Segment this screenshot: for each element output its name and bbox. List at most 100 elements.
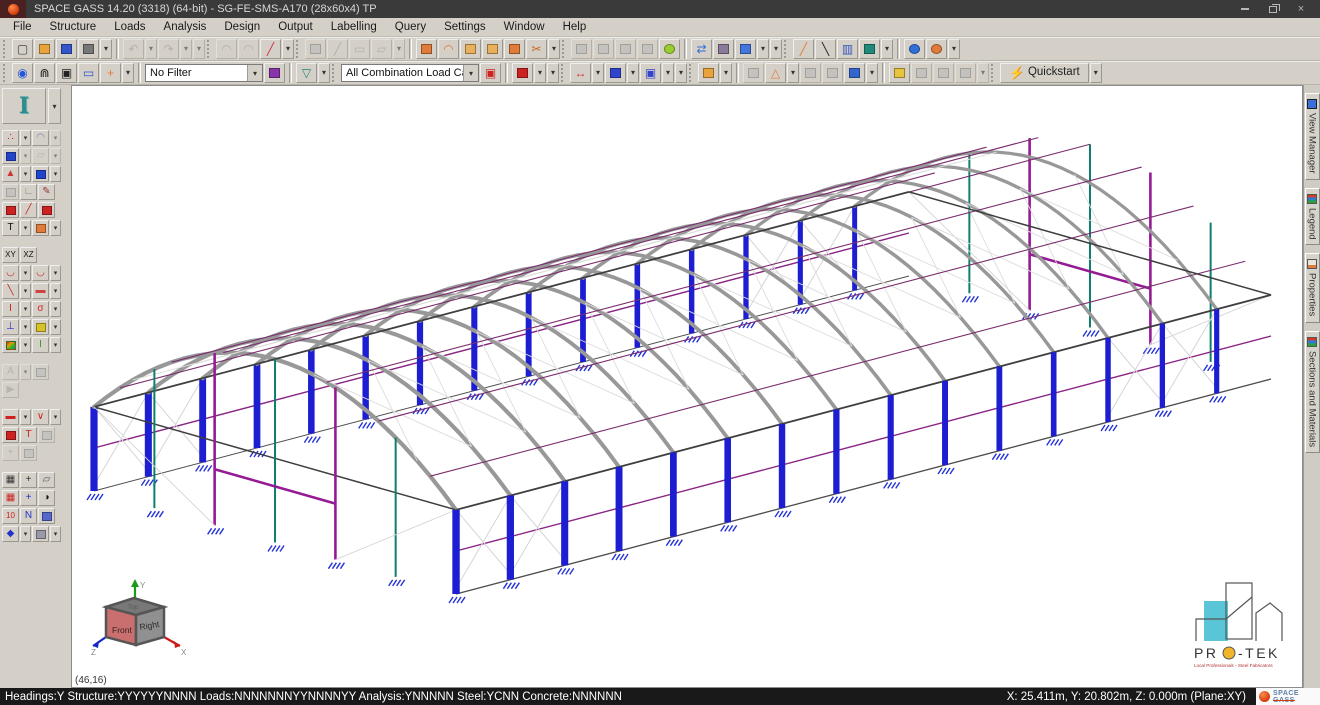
renumber-members-button[interactable] <box>926 39 947 59</box>
platform-tool-button[interactable] <box>2 427 19 443</box>
member-load-button[interactable] <box>605 63 626 83</box>
node-pair-tool-button[interactable] <box>2 202 19 218</box>
photo-view-button[interactable]: ▱ <box>38 472 55 488</box>
moving-load-button[interactable] <box>512 63 533 83</box>
sigma-stress-dropdown[interactable]: ▾ <box>50 301 61 317</box>
snap-grid-button[interactable]: ▦ <box>2 490 19 506</box>
filter-layers-button[interactable] <box>264 63 285 83</box>
renumber-nodes-button[interactable] <box>904 39 925 59</box>
node-member-tool-dropdown[interactable]: ▾ <box>282 39 294 59</box>
filter-funnel-button[interactable]: ▽ <box>296 63 317 83</box>
sigma-stress-button[interactable]: σ <box>32 301 49 317</box>
standard-library-button[interactable] <box>713 39 734 59</box>
plate-load-dropdown[interactable]: ▾ <box>675 63 687 83</box>
text-tool-dropdown[interactable]: ▾ <box>20 220 31 236</box>
paint-properties-button[interactable] <box>859 39 880 59</box>
support-tool-button[interactable]: ▲ <box>2 166 19 182</box>
menu-file[interactable]: File <box>4 19 41 35</box>
view-orientation-cube[interactable]: Front Right Top Y X Z <box>90 577 186 673</box>
copy-nodes-dropdown[interactable]: ▾ <box>20 130 31 146</box>
find-button[interactable]: ⋒ <box>34 63 55 83</box>
wand-tool-button[interactable]: ╱ <box>793 39 814 59</box>
plane-xy-button-button[interactable]: XY <box>2 247 19 263</box>
datasheet-button[interactable]: ▥ <box>837 39 858 59</box>
delete-entities-button[interactable]: ✂ <box>526 39 547 59</box>
plane-xz-button-button[interactable]: XZ <box>20 247 37 263</box>
menu-design[interactable]: Design <box>215 19 269 35</box>
notes-tool-button[interactable] <box>889 63 910 83</box>
menu-help[interactable]: Help <box>554 19 596 35</box>
moment-display-dropdown[interactable]: ▾ <box>50 319 61 335</box>
load-case-combo[interactable]: All Combination Load Cases▾ <box>341 64 479 82</box>
dimension-tool-button[interactable] <box>32 220 49 236</box>
section-shape-dropdown[interactable]: ▾ <box>48 88 61 124</box>
distributed-load-dropdown[interactable]: ▾ <box>592 63 604 83</box>
deflection-diagram-button[interactable]: ╲ <box>2 283 19 299</box>
grid-tool-button[interactable] <box>2 148 19 164</box>
distributed-load-button[interactable]: ↔ <box>570 63 591 83</box>
axial-diagram-dropdown[interactable]: ▾ <box>50 283 61 299</box>
shrink-toggle-button[interactable]: + <box>100 63 121 83</box>
bending-diagram-button[interactable]: ◡ <box>2 265 19 281</box>
minimize-button[interactable] <box>1238 3 1252 15</box>
web-library-button[interactable] <box>659 39 680 59</box>
plate-load-button[interactable]: ▣ <box>640 63 661 83</box>
dimension-tool-dropdown[interactable]: ▾ <box>50 220 61 236</box>
quickstart-button-dropdown[interactable]: ▾ <box>1090 63 1102 83</box>
plate-load-dropdown[interactable]: ▾ <box>662 63 674 83</box>
move-entities-button[interactable] <box>504 39 525 59</box>
copy-view-dropdown[interactable]: ▾ <box>720 63 732 83</box>
result-wings-dropdown[interactable]: ▾ <box>50 409 61 425</box>
view-triangle-dropdown[interactable]: ▾ <box>787 63 799 83</box>
snapshot-button[interactable]: ▣ <box>56 63 77 83</box>
filter-combo-arrow-icon[interactable]: ▾ <box>247 65 262 81</box>
vehicle-load-dropdown[interactable]: ▾ <box>770 39 782 59</box>
grid-display-button[interactable]: ▦ <box>2 472 19 488</box>
stress-diagram-button[interactable]: I <box>2 301 19 317</box>
filter-funnel-dropdown[interactable]: ▾ <box>318 63 330 83</box>
view-triangle-button[interactable]: △ <box>765 63 786 83</box>
moment-display-button[interactable] <box>32 319 49 335</box>
model-viewport[interactable]: Front Right Top Y X Z PR -TEK Local Prof… <box>71 85 1303 688</box>
open-file-button[interactable] <box>34 39 55 59</box>
stress-diagram-dropdown[interactable]: ▾ <box>20 301 31 317</box>
axial-diagram-button[interactable]: ▬ <box>32 283 49 299</box>
dropper-tool-button[interactable]: ✎ <box>38 184 55 200</box>
deflection-diagram-dropdown[interactable]: ▾ <box>20 283 31 299</box>
menu-structure[interactable]: Structure <box>41 19 106 35</box>
close-button[interactable]: × <box>1294 3 1308 15</box>
restraint-tool-button[interactable] <box>38 202 55 218</box>
load-case-display-button[interactable]: ▣ <box>480 63 501 83</box>
result-bar-dropdown[interactable]: ▾ <box>20 409 31 425</box>
arc-tool-button[interactable]: ◠ <box>32 130 49 146</box>
axes-display-button[interactable]: + <box>20 490 37 506</box>
member-color-display-button[interactable]: I <box>32 337 49 353</box>
renumber-members-dropdown[interactable]: ▾ <box>948 39 960 59</box>
tab-view-manager[interactable]: View Manager <box>1305 93 1320 180</box>
numbers-display-button[interactable]: 10 <box>2 508 19 524</box>
pin-view-dropdown[interactable]: ▾ <box>20 526 31 542</box>
result-wings-button[interactable]: ∨ <box>32 409 49 425</box>
copy-view-button[interactable] <box>698 63 719 83</box>
new-file-button[interactable]: ▢ <box>12 39 33 59</box>
member-draw-tool-button[interactable]: ╱ <box>20 202 37 218</box>
mesh-grid-tool-button[interactable] <box>32 166 49 182</box>
tab-properties[interactable]: Properties <box>1305 253 1320 322</box>
zoom-point-button[interactable]: ◉ <box>12 63 33 83</box>
section-shape-button[interactable]: I <box>2 88 46 124</box>
menu-settings[interactable]: Settings <box>435 19 495 35</box>
mesh-grid-tool-dropdown[interactable]: ▾ <box>50 166 61 182</box>
filter-combo[interactable]: No Filter▾ <box>145 64 263 82</box>
paint-properties-dropdown[interactable]: ▾ <box>881 39 893 59</box>
menu-output[interactable]: Output <box>269 19 322 35</box>
delete-entities-dropdown[interactable]: ▾ <box>548 39 560 59</box>
reactions-display-button[interactable]: ⊥ <box>2 319 19 335</box>
menu-labelling[interactable]: Labelling <box>322 19 386 35</box>
print-dropdown[interactable]: ▾ <box>100 39 112 59</box>
insert-member-button[interactable]: ◠ <box>438 39 459 59</box>
moving-load-dropdown[interactable]: ▾ <box>547 63 559 83</box>
insert-plate-button[interactable] <box>460 39 481 59</box>
tab-sections-and-materials[interactable]: Sections and Materials <box>1305 331 1320 453</box>
num-display-button[interactable]: N <box>20 508 37 524</box>
menu-analysis[interactable]: Analysis <box>155 19 216 35</box>
